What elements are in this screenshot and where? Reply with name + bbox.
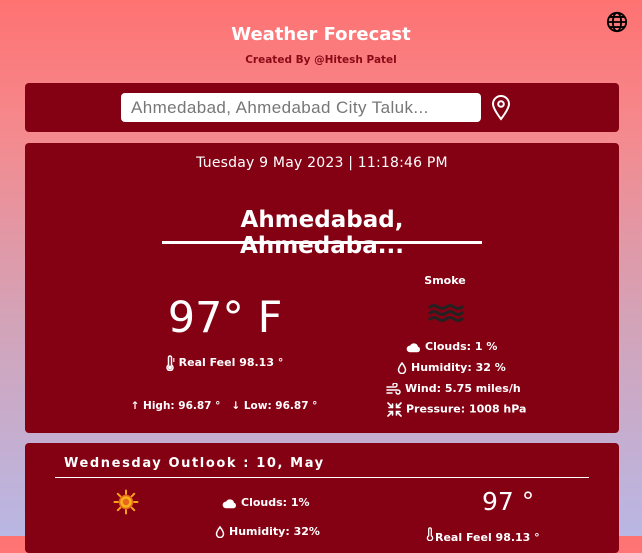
thermometer-icon	[165, 355, 175, 372]
outlook-humidity: Humidity: 32%	[215, 525, 320, 539]
real-feel-row: Real Feel 98.13 °	[124, 355, 324, 372]
search-bar	[25, 83, 619, 132]
app-subtitle: Created By @Hitesh Patel	[245, 54, 397, 66]
pressure-stat: Pressure: 1008 hPa	[387, 402, 577, 417]
arrow-down-icon: ↓	[231, 400, 241, 412]
humidity-stat: Humidity: 32 %	[397, 361, 587, 375]
droplet-icon	[215, 525, 225, 539]
app-title: Weather Forecast	[231, 24, 411, 45]
outlook-clouds-text: Clouds: 1%	[241, 496, 310, 509]
compress-icon	[387, 402, 402, 417]
outlook-card: Wednesday Outlook : 10, May Clouds: 1% H…	[25, 443, 619, 553]
map-pin-icon[interactable]	[491, 95, 511, 121]
droplet-icon	[397, 361, 407, 375]
arrow-up-icon: ↑	[130, 400, 140, 412]
city-underline	[162, 241, 482, 244]
city-name: Ahmedabad, Ahmedaba...	[240, 207, 404, 259]
sun-icon	[113, 489, 139, 515]
low-temp: Low: 96.87 °	[243, 400, 318, 412]
clouds-stat: Clouds: 1 %	[406, 340, 596, 353]
outlook-clouds: Clouds: 1%	[222, 496, 310, 509]
weather-condition: Smoke	[424, 274, 466, 287]
cloud-icon	[406, 342, 420, 352]
outlook-title: Wednesday Outlook : 10, May	[64, 456, 325, 471]
current-datetime: Tuesday 9 May 2023 | 11:18:46 PM	[196, 155, 448, 171]
cloud-icon	[222, 498, 236, 508]
current-temperature: 97° F	[167, 293, 283, 343]
search-input[interactable]	[121, 93, 481, 122]
outlook-temperature: 97 °	[482, 487, 535, 516]
outlook-humidity-text: Humidity: 32%	[229, 525, 320, 538]
pressure-text: Pressure: 1008 hPa	[406, 402, 527, 416]
wind-icon	[386, 382, 401, 395]
wind-text: Wind: 5.75 miles/h	[405, 382, 521, 395]
high-temp: High: 96.87 °	[143, 400, 221, 412]
outlook-divider	[55, 477, 589, 478]
clouds-text: Clouds: 1 %	[425, 340, 498, 353]
real-feel-text: Real Feel 98.13 °	[178, 356, 284, 369]
current-weather-card: Tuesday 9 May 2023 | 11:18:46 PM Ahmedab…	[25, 143, 619, 433]
humidity-text: Humidity: 32 %	[411, 361, 506, 374]
thermometer-icon	[426, 527, 434, 542]
outlook-real-feel-text: Real Feel 98.13 °	[435, 531, 540, 544]
smoke-icon	[428, 304, 464, 322]
wind-stat: Wind: 5.75 miles/h	[386, 382, 576, 395]
high-low-row: ↑ High: 96.87 ° ↓ Low: 96.87 °	[114, 400, 334, 412]
